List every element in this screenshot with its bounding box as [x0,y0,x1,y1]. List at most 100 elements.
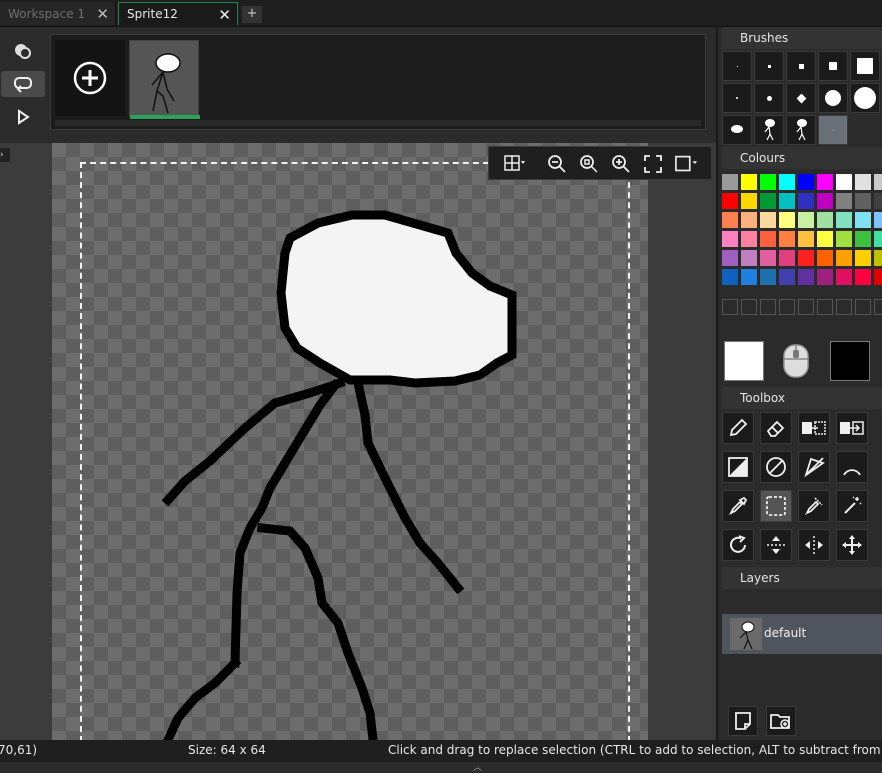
pencil-tool[interactable] [722,412,754,444]
brush-round-3[interactable] [786,83,816,113]
custom-colour-slot[interactable] [817,299,833,315]
tab-workspace-1[interactable]: Workspace 1 ✕ [0,2,116,25]
palette-swatch[interactable] [798,193,814,209]
tab-sprite12[interactable]: Sprite12 ✕ [118,2,238,25]
brush-5px[interactable] [850,51,880,81]
palette-swatch[interactable] [836,193,852,209]
custom-colour-slot[interactable] [874,299,882,315]
onion-skin-button[interactable] [1,38,45,64]
palette-swatch[interactable] [722,250,738,266]
flip-horizontal-tool[interactable] [798,529,830,561]
palette-swatch[interactable] [855,193,871,209]
palette-swatch[interactable] [722,269,738,285]
zoom-out-button[interactable] [545,152,569,176]
palette-swatch[interactable] [817,193,833,209]
bottom-panel-handle[interactable]: ︿ [0,762,882,773]
custom-colour-slot[interactable] [760,299,776,315]
palette-swatch[interactable] [798,174,814,190]
custom-colour-slot[interactable] [722,299,738,315]
palette-swatch[interactable] [855,231,871,247]
frames-scrollbar[interactable] [55,120,701,126]
palette-swatch[interactable] [836,269,852,285]
zoom-reset-button[interactable] [577,152,601,176]
colour-replace-tool[interactable] [836,412,868,444]
background-toggle-button[interactable] [675,152,699,176]
brush-round-2[interactable] [754,83,784,113]
palette-swatch[interactable] [874,174,882,190]
palette-swatch[interactable] [874,269,882,285]
flip-vertical-tool[interactable] [760,529,792,561]
rectangle-select-tool[interactable] [760,490,792,522]
palette-swatch[interactable] [779,212,795,228]
brush-round-4[interactable] [818,83,848,113]
palette-swatch[interactable] [874,250,882,266]
palette-swatch[interactable] [760,174,776,190]
close-icon[interactable]: ✕ [96,5,109,23]
palette-swatch[interactable] [817,269,833,285]
palette-swatch[interactable] [836,174,852,190]
palette-swatch[interactable] [741,212,757,228]
palette-swatch[interactable] [741,174,757,190]
grid-toggle-button[interactable] [503,152,527,176]
palette-swatch[interactable] [798,269,814,285]
palette-swatch[interactable] [817,231,833,247]
palette-swatch[interactable] [741,269,757,285]
palette-swatch[interactable] [855,174,871,190]
frame-thumbnail[interactable] [129,40,200,119]
add-frame-button[interactable] [55,40,125,116]
custom-colour-slot[interactable] [798,299,814,315]
fill-area-tool[interactable] [798,412,830,444]
palette-swatch[interactable] [798,250,814,266]
rectangle-tool[interactable] [722,451,754,483]
rotate-tool[interactable] [722,529,754,561]
palette-swatch[interactable] [836,250,852,266]
palette-swatch[interactable] [741,231,757,247]
palette-swatch[interactable] [855,212,871,228]
brush-4px[interactable] [818,51,848,81]
brush-custom-1[interactable] [722,115,752,145]
palette-swatch[interactable] [798,212,814,228]
palette-swatch[interactable] [760,250,776,266]
curve-tool[interactable] [836,451,868,483]
palette-swatch[interactable] [722,174,738,190]
eraser-tool[interactable] [760,412,792,444]
primary-colour-swatch[interactable] [724,341,764,381]
palette-swatch[interactable] [779,250,795,266]
colour-picker-tool[interactable] [722,490,754,522]
palette-swatch[interactable] [760,212,776,228]
brush-1px[interactable] [722,51,752,81]
move-tool[interactable] [836,529,868,561]
palette-swatch[interactable] [855,269,871,285]
secondary-colour-swatch[interactable] [830,341,870,381]
add-layer-button[interactable] [728,706,758,736]
brush-2px[interactable] [754,51,784,81]
polygon-tool[interactable] [798,451,830,483]
palette-swatch[interactable] [855,250,871,266]
palette-swatch[interactable] [760,269,776,285]
add-tab-button[interactable]: + [242,6,262,23]
palette-swatch[interactable] [817,212,833,228]
palette-swatch[interactable] [760,193,776,209]
palette-swatch[interactable] [741,250,757,266]
custom-colour-slot[interactable] [779,299,795,315]
palette-swatch[interactable] [779,269,795,285]
palette-swatch[interactable] [874,231,882,247]
custom-colour-slot[interactable] [741,299,757,315]
ellipse-tool[interactable] [760,451,792,483]
zoom-in-button[interactable] [609,152,633,176]
brush-3px[interactable] [786,51,816,81]
custom-colour-slot[interactable] [855,299,871,315]
palette-swatch[interactable] [798,231,814,247]
magic-wand-tool[interactable] [836,490,868,522]
palette-swatch[interactable] [779,193,795,209]
custom-colour-slot[interactable] [836,299,852,315]
palette-swatch[interactable] [722,231,738,247]
brush-custom-2[interactable] [754,115,784,145]
expand-arrow-icon[interactable]: › [0,148,10,162]
fit-to-window-button[interactable] [641,152,665,176]
palette-swatch[interactable] [722,212,738,228]
brush-custom-3[interactable] [786,115,816,145]
play-button[interactable] [1,104,45,130]
brush-round-1[interactable] [722,83,752,113]
palette-swatch[interactable] [741,193,757,209]
